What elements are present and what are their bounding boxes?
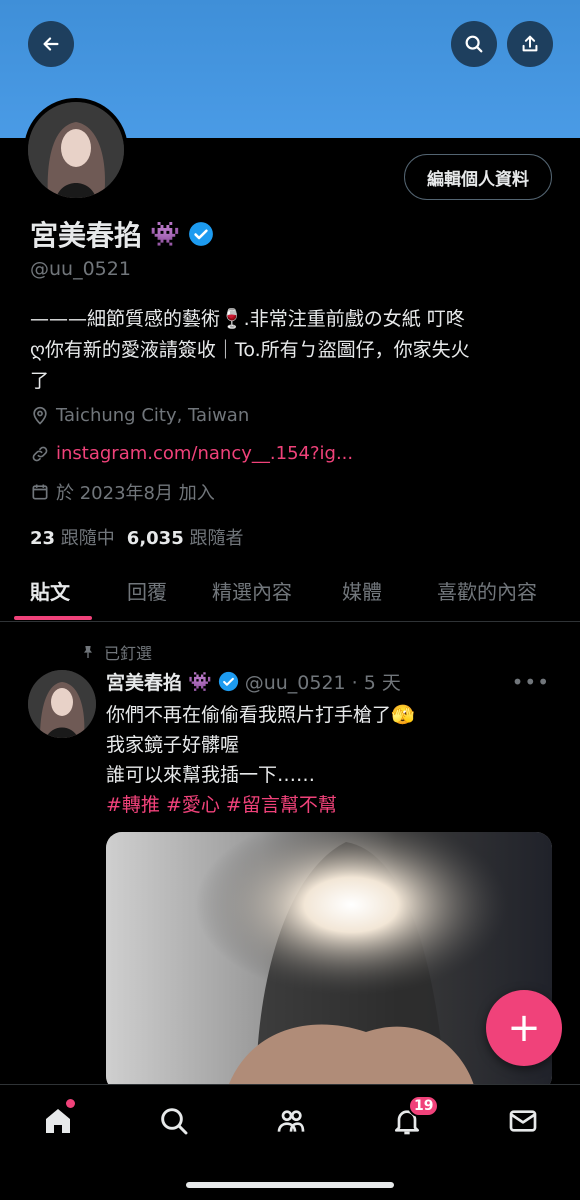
- tweet-line: 我家鏡子好髒喔: [106, 734, 240, 756]
- edit-profile-button[interactable]: 編輯個人資料: [404, 154, 552, 200]
- pinned-label: 已釘選: [80, 640, 152, 664]
- nav-messages[interactable]: [503, 1101, 543, 1141]
- nav-communities[interactable]: [271, 1101, 311, 1141]
- profile-bio: ———細節質感的藝術🍷.非常注重前戲の女紙 叮咚 ღ你有新的愛液請簽收｜To.所…: [30, 304, 555, 397]
- home-icon: [46, 1109, 70, 1133]
- tab-posts[interactable]: 貼文: [30, 576, 70, 605]
- back-button[interactable]: [28, 21, 74, 67]
- pinned-text: 已釘選: [104, 644, 153, 663]
- search-button[interactable]: [451, 21, 497, 67]
- verified-badge-icon: [188, 222, 213, 246]
- profile-name-row: 宮美春掐 👾: [30, 214, 214, 254]
- tweet-hashtags[interactable]: #轉推 #愛心 #留言幫不幫: [106, 790, 556, 820]
- calendar-icon: [32, 484, 48, 500]
- profile-location: Taichung City, Taiwan: [30, 405, 249, 426]
- pin-icon: [84, 646, 92, 658]
- profile-handle: @uu_0521: [30, 258, 131, 280]
- tweet-author-name[interactable]: 宮美春掐: [106, 668, 182, 695]
- follow-counts: 23 跟隨中 6,035 跟隨者: [30, 524, 243, 550]
- active-tab-indicator: [14, 616, 92, 620]
- alien-emoji-icon: 👾: [188, 671, 212, 693]
- communities-icon: [277, 1110, 305, 1132]
- tab-highlights[interactable]: 精選內容: [212, 576, 292, 605]
- profile-tabs: 貼文 回覆 精選內容 媒體 喜歡的內容: [0, 566, 580, 622]
- search-icon: [161, 1108, 188, 1135]
- tweet-header: 宮美春掐 👾 @uu_0521 · 5 天: [106, 668, 401, 695]
- search-icon: [465, 35, 483, 53]
- following-count: 23: [30, 528, 56, 549]
- home-notification-dot: [66, 1099, 75, 1108]
- messages-icon: [509, 1110, 537, 1132]
- profile-avatar[interactable]: [24, 98, 128, 202]
- bio-line: ———細節質感的藝術🍷.非常注重前戲の女紙 叮咚: [30, 308, 465, 330]
- arrow-left-icon: [43, 37, 59, 51]
- display-name: 宮美春掐: [30, 219, 143, 252]
- tweet-text: 你們不再在偷偷看我照片打手槍了🫣 我家鏡子好髒喔 誰可以來幫我插一下…… #轉推…: [106, 700, 556, 820]
- bio-line: 了: [30, 370, 50, 392]
- tweet-media[interactable]: [106, 832, 552, 1092]
- profile-joined: 於 2023年8月 加入: [30, 479, 215, 505]
- share-icon: [522, 35, 538, 52]
- followers-count: 6,035: [126, 528, 184, 549]
- more-options-icon[interactable]: •••: [512, 670, 550, 694]
- tweet-handle-time: @uu_0521 · 5 天: [244, 672, 401, 694]
- tab-media[interactable]: 媒體: [342, 576, 382, 605]
- tab-replies[interactable]: 回覆: [127, 576, 167, 605]
- notification-badge: 19: [408, 1095, 440, 1117]
- location-text: Taichung City, Taiwan: [56, 405, 250, 426]
- tab-likes[interactable]: 喜歡的內容: [437, 576, 537, 605]
- profile-website[interactable]: instagram.com/nancy__.154?ig...: [30, 443, 353, 464]
- location-pin-icon: [33, 406, 47, 425]
- following-label: 跟隨中: [60, 528, 115, 549]
- bio-line: ღ你有新的愛液請簽收｜To.所有ㄅ盜圖仔，你家失火: [30, 339, 470, 361]
- avatar-image: [28, 670, 96, 738]
- share-button[interactable]: [507, 21, 553, 67]
- following-link[interactable]: 23 跟隨中: [30, 524, 115, 550]
- followers-label: 跟隨者: [189, 528, 244, 549]
- verified-badge-icon: [218, 671, 238, 692]
- tweet-line: 你們不再在偷偷看我照片打手槍了🫣: [106, 704, 415, 726]
- compose-button[interactable]: +: [486, 990, 562, 1066]
- link-icon: [32, 446, 48, 461]
- nav-search[interactable]: [154, 1101, 194, 1141]
- alien-emoji-icon: 👾: [150, 220, 180, 248]
- joined-text: 於 2023年8月 加入: [56, 483, 215, 504]
- avatar-image: [28, 102, 124, 198]
- followers-link[interactable]: 6,035 跟隨者: [127, 524, 244, 550]
- tweet-line: 誰可以來幫我插一下……: [106, 764, 316, 786]
- website-link[interactable]: instagram.com/nancy__.154?ig...: [56, 443, 353, 464]
- tweet-avatar[interactable]: [28, 670, 96, 738]
- media-image: [106, 832, 552, 1092]
- home-indicator: [186, 1182, 394, 1188]
